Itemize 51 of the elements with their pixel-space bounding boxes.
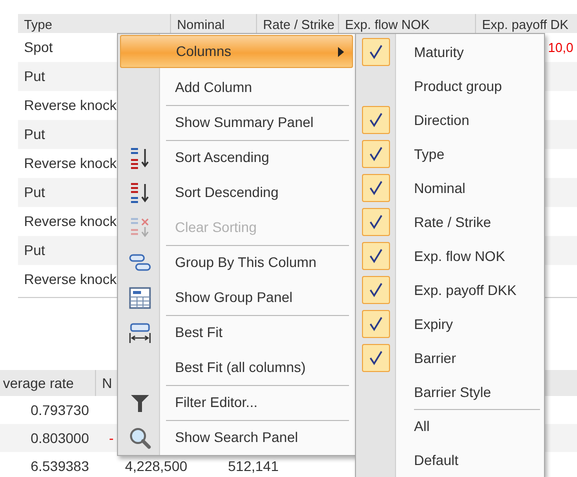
menu-item[interactable]: Default [356,443,544,477]
menu-item[interactable]: Sort Descending [120,175,353,210]
table-cell: Reverse knock [24,97,117,113]
table-cell: 6.539383 [30,458,89,474]
menu-item[interactable]: Exp. payoff DKK [356,273,544,307]
table-cell: - [109,430,114,446]
menu-item[interactable]: Nominal [356,171,544,205]
column-header[interactable]: Nominal [177,17,225,32]
menu-item[interactable]: Barrier Style [356,375,544,409]
search-icon [128,426,152,450]
best-fit-icon [128,320,152,344]
menu-item[interactable]: Barrier [356,341,544,375]
column-header[interactable]: N [102,375,112,391]
table-cell: 10,0 [548,40,574,55]
menu-item[interactable]: Best Fit [120,315,353,350]
menu-item[interactable]: Group By This Column [120,245,353,280]
menu-item[interactable]: Direction [356,103,544,137]
menu-item[interactable]: Rate / Strike [356,205,544,239]
table-cell: 0.803000 [30,430,89,446]
table-cell: Spot [24,39,53,55]
table-cell: Reverse knock [24,271,117,287]
table-cell: Put [24,126,46,142]
table-cell: 512,141 [228,458,279,474]
menu-item[interactable]: Type [356,137,544,171]
column-header[interactable]: Type [24,17,52,32]
column-header[interactable]: Exp. payoff DK [482,17,568,32]
menu-item[interactable]: Columns [120,35,353,68]
table-cell: 0.793730 [30,402,89,418]
menu-item[interactable]: Show Summary Panel [120,105,353,140]
table-cell: Reverse knock [24,155,117,171]
menu-item[interactable]: Exp. flow NOK [356,239,544,273]
menu-item[interactable]: Maturity [356,35,544,69]
menu-item[interactable]: Show Search Panel [120,420,353,455]
menu-item[interactable]: Best Fit (all columns) [120,350,353,385]
menu-item[interactable]: Expiry [356,307,544,341]
submenu-arrow-icon [338,46,344,56]
table-cell: Put [24,242,46,258]
menu-item[interactable]: Product group [356,69,544,103]
group-panel-icon [128,286,152,310]
menu-item[interactable]: Add Column [120,70,353,105]
table-cell: Reverse knock [24,213,117,229]
column-header[interactable]: verage rate [3,375,74,391]
table-cell: Put [24,68,46,84]
menu-item[interactable]: Filter Editor... [120,385,353,420]
menu-item[interactable]: Show Group Panel [120,280,353,315]
table-cell: Put [24,184,46,200]
column-header[interactable]: Exp. flow NOK [345,17,430,32]
menu-item[interactable]: Sort Ascending [120,140,353,175]
menu-item[interactable]: All [356,409,544,443]
column-header[interactable]: Rate / Strike [263,17,335,32]
table-cell: 4,228,500 [125,458,188,474]
